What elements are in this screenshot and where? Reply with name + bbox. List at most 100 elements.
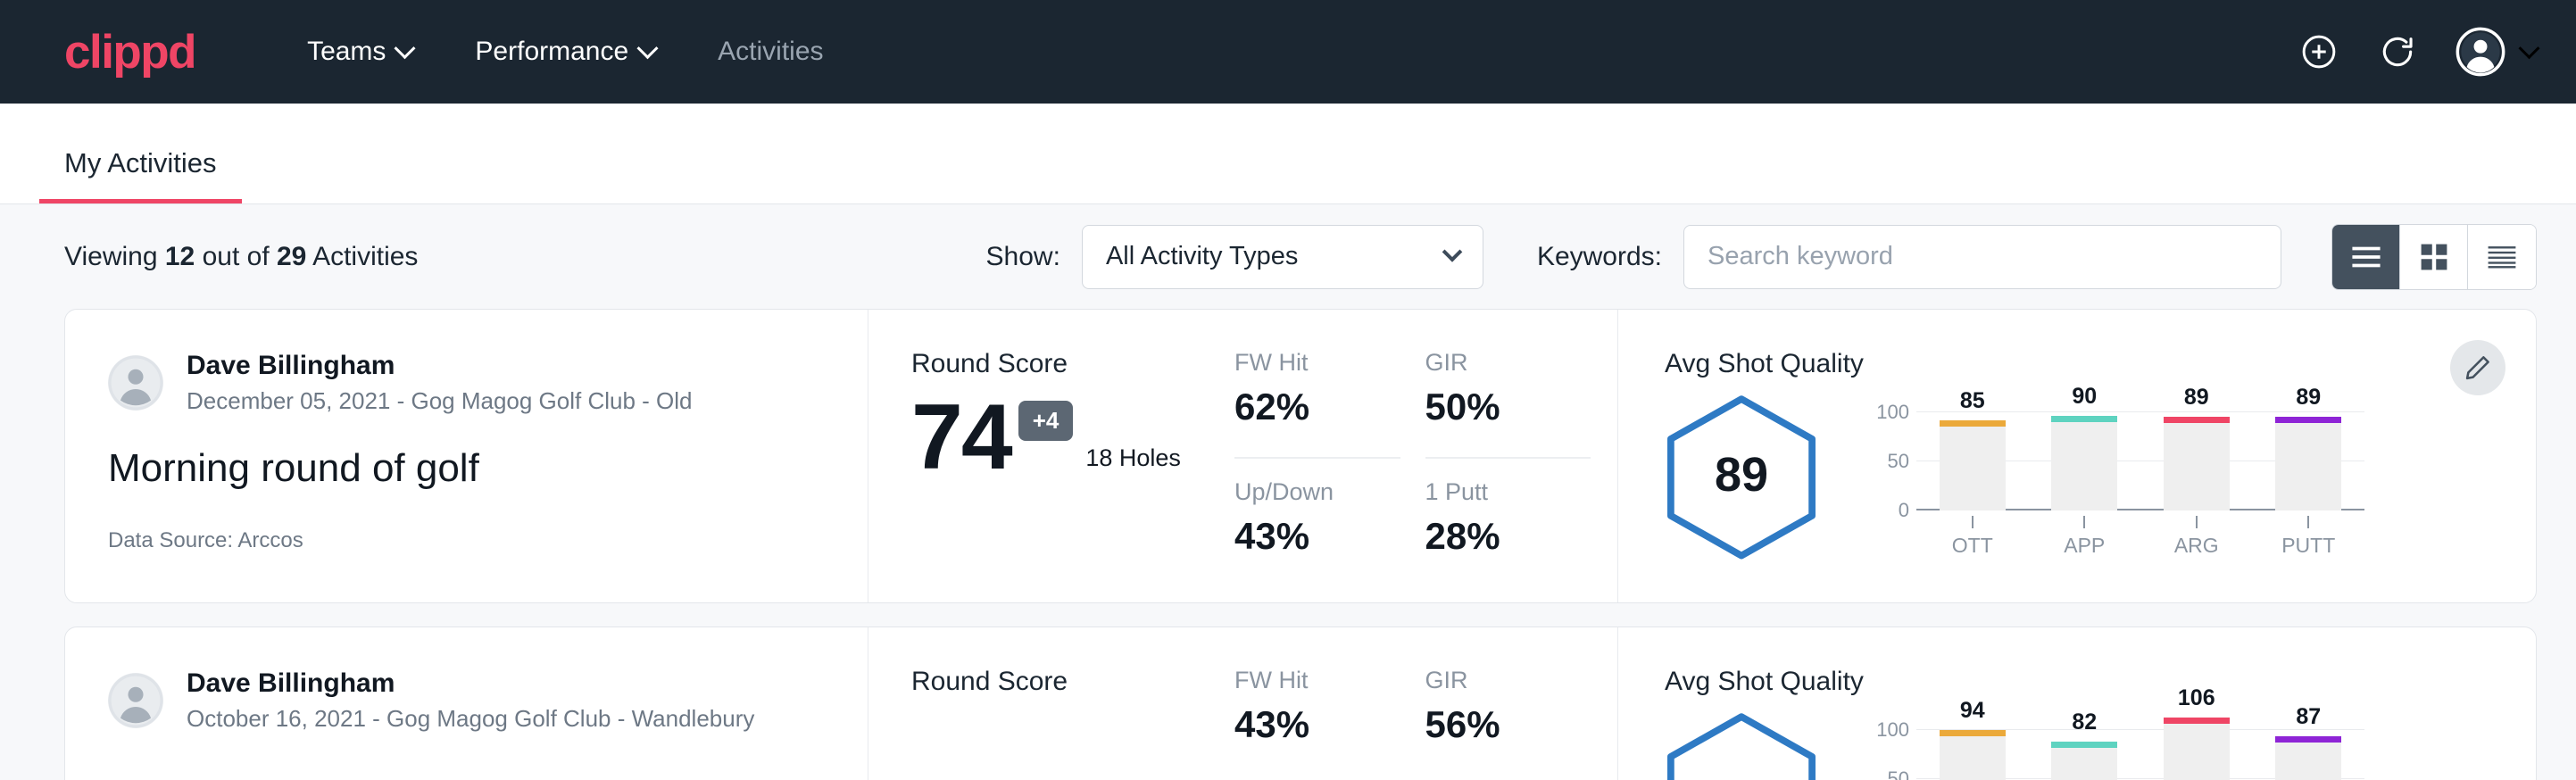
- bar-group: 82: [2051, 710, 2117, 780]
- list-view-button[interactable]: [2332, 225, 2400, 289]
- stat-value: 62%: [1234, 386, 1375, 428]
- activity-summary: Dave Billingham October 16, 2021 - Gog M…: [65, 627, 868, 780]
- keywords-label: Keywords:: [1537, 242, 1662, 272]
- quality-score-value: 89: [1715, 447, 1768, 502]
- bar-group: 89: [2275, 393, 2341, 510]
- activity-type-select[interactable]: All Activity Types: [1082, 225, 1483, 289]
- tab-my-activities[interactable]: My Activities: [39, 147, 242, 203]
- bar-arg[interactable]: [2164, 724, 2230, 780]
- main-nav: Teams Performance Activities: [276, 28, 854, 76]
- avg-shot-quality-section: Avg Shot Quality 89 100500 85: [1618, 310, 2536, 602]
- stat-1-putt: 1 Putt 28%: [1425, 459, 1591, 567]
- viewing-suffix: Activities: [312, 242, 418, 271]
- bar-arg[interactable]: [2164, 423, 2230, 510]
- round-score-value: 74: [911, 395, 1011, 481]
- chevron-down-icon: [1442, 242, 1463, 262]
- plus-circle-icon[interactable]: [2298, 31, 2339, 72]
- x-tick-group: ARG: [2164, 516, 2230, 558]
- avatar-person-icon: [108, 673, 163, 728]
- round-score-section: Round Score: [868, 627, 1234, 780]
- grid-view-button[interactable]: [2400, 225, 2468, 289]
- x-tick-group: OTT: [1940, 516, 2006, 558]
- x-tick-group: PUTT: [2275, 516, 2341, 558]
- x-tick: [1972, 516, 1974, 528]
- shot-quality-chart: 100500 94 82 106: [1865, 710, 2364, 780]
- bar-cap: [1940, 420, 2006, 427]
- avg-shot-quality-label: Avg Shot Quality: [1665, 667, 2429, 697]
- y-tick-label: 100: [1876, 401, 1909, 424]
- bar-app[interactable]: [2051, 748, 2117, 780]
- activity-user-text: Dave Billingham December 05, 2021 - Gog …: [187, 349, 693, 416]
- activity-card-list: Dave Billingham December 05, 2021 - Gog …: [0, 309, 2576, 780]
- avg-shot-quality-body: 100500 94 82 106: [1665, 701, 2429, 780]
- stat-value: 28%: [1425, 515, 1566, 558]
- bar-putt[interactable]: [2275, 423, 2341, 510]
- avatar-person-icon: [108, 355, 163, 411]
- stat-fw-hit: FW Hit 62%: [1234, 349, 1400, 459]
- stat-gir: GIR 56%: [1425, 667, 1591, 780]
- quality-hexagon: 89: [1665, 394, 1818, 555]
- stat-label: GIR: [1425, 349, 1566, 377]
- nav-item-teams-label: Teams: [307, 37, 386, 67]
- view-toggle-group: [2331, 224, 2537, 290]
- y-tick-label: 50: [1888, 450, 1909, 473]
- activity-card[interactable]: Dave Billingham October 16, 2021 - Gog M…: [64, 626, 2537, 780]
- bar-cap: [1940, 730, 2006, 736]
- chart-plot-wrap: 94 82 106 87: [1916, 710, 2364, 780]
- stat-value: 56%: [1425, 703, 1566, 746]
- round-stats-grid: FW Hit 62% GIR 50% Up/Down 43% 1 Putt 28…: [1234, 310, 1618, 602]
- activity-meta: October 16, 2021 - Gog Magog Golf Club -…: [187, 704, 754, 734]
- tab-my-activities-label: My Activities: [64, 147, 217, 178]
- round-score-section: Round Score 74 +4 18 Holes: [868, 310, 1234, 602]
- bar-group: 106: [2164, 710, 2230, 780]
- chart-bars: 85 90 89 89: [1916, 393, 2364, 510]
- chart-y-axis: 100500: [1865, 393, 1916, 510]
- bar-group: 94: [1940, 710, 2006, 780]
- stat-value: 43%: [1234, 515, 1375, 558]
- quality-hexagon: [1665, 712, 1818, 780]
- activity-user: Dave Billingham October 16, 2021 - Gog M…: [108, 667, 823, 734]
- bar-app[interactable]: [2051, 422, 2117, 510]
- holes-played: 18 Holes: [1085, 444, 1181, 481]
- x-tick-group: APP: [2051, 516, 2117, 558]
- y-tick-label: 0: [1899, 499, 1909, 522]
- avatar: [108, 355, 163, 411]
- nav-item-activities-label: Activities: [718, 37, 823, 67]
- compact-view-button[interactable]: [2468, 225, 2536, 289]
- nav-item-activities[interactable]: Activities: [686, 28, 854, 76]
- viewing-count: 12: [165, 242, 195, 271]
- account-menu[interactable]: [2456, 27, 2537, 77]
- x-tick: [2083, 516, 2085, 528]
- activity-card[interactable]: Dave Billingham December 05, 2021 - Gog …: [64, 309, 2537, 603]
- bar-putt[interactable]: [2275, 743, 2341, 780]
- stat-label: 1 Putt: [1425, 478, 1566, 506]
- round-score-label: Round Score: [911, 667, 1234, 697]
- bar-cap: [2275, 736, 2341, 743]
- chevron-down-icon: [395, 37, 416, 59]
- bar-ott[interactable]: [1940, 427, 2006, 510]
- activity-type-select-value: All Activity Types: [1106, 242, 1298, 271]
- nav-item-performance[interactable]: Performance: [444, 28, 686, 76]
- top-nav-actions: [2298, 27, 2537, 77]
- bar-ott[interactable]: [1940, 736, 2006, 780]
- activity-user-text: Dave Billingham October 16, 2021 - Gog M…: [187, 667, 754, 734]
- activity-user-name: Dave Billingham: [187, 667, 754, 701]
- round-score-label: Round Score: [911, 349, 1234, 379]
- stat-label: FW Hit: [1234, 667, 1375, 694]
- activity-user: Dave Billingham December 05, 2021 - Gog …: [108, 349, 823, 416]
- search-input[interactable]: [1683, 225, 2281, 289]
- refresh-icon[interactable]: [2377, 31, 2418, 72]
- bar-value-label: 82: [2051, 709, 2117, 735]
- chart-x-labels: OTT APP ARG PUTT: [1916, 516, 2364, 558]
- toolbar-controls: Show: All Activity Types Keywords:: [986, 224, 2537, 290]
- activity-data-source: Data Source: Arccos: [108, 528, 823, 553]
- bar-cap: [2164, 417, 2230, 423]
- viewing-summary: Viewing 12 out of 29 Activities: [64, 242, 418, 272]
- stat-fw-hit: FW Hit 43%: [1234, 667, 1400, 780]
- x-tick: [2196, 516, 2198, 528]
- nav-item-teams[interactable]: Teams: [276, 28, 444, 76]
- stat-gir: GIR 50%: [1425, 349, 1591, 459]
- bar-cap: [2164, 718, 2230, 724]
- edit-activity-button[interactable]: [2450, 340, 2505, 395]
- clippd-logo[interactable]: clippd: [64, 25, 195, 79]
